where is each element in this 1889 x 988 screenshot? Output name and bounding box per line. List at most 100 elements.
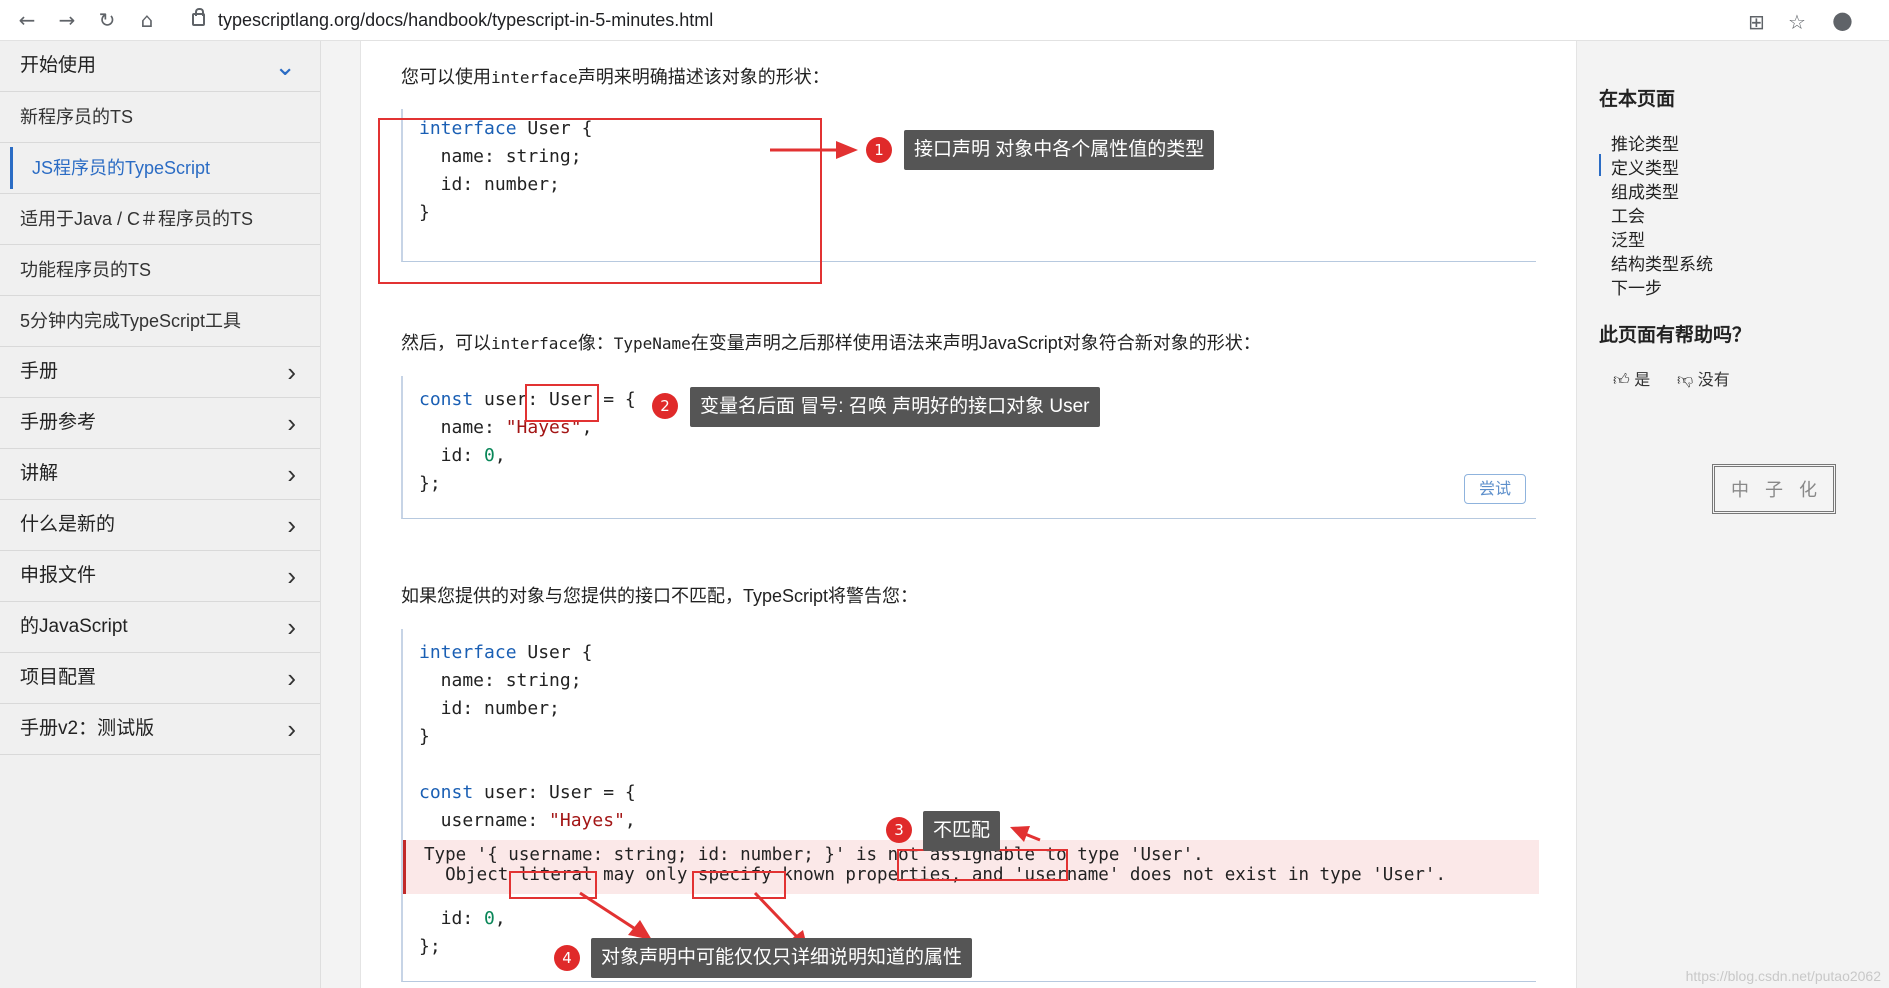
url-text: typescriptlang.org/docs/handbook/typescr…: [218, 10, 714, 30]
toc-item[interactable]: 下一步: [1611, 274, 1662, 299]
error-line: Type '{ username: string; id: number; }'…: [424, 845, 1204, 865]
text: 在变量声明之后那样使用语法来声明JavaScript对象符合新对象的形状：: [690, 333, 1261, 353]
sidebar-item-tutorials[interactable]: 讲解 ›: [0, 449, 320, 500]
sidebar-item-label: 手册参考: [20, 412, 97, 433]
sidebar-item-ts-new-programmers[interactable]: 新程序员的TS: [0, 92, 320, 143]
toc-title: 在本页面: [1599, 89, 1676, 110]
sidebar-item-label: 新程序员的TS: [20, 107, 134, 127]
toc-item[interactable]: 组成类型: [1611, 178, 1679, 203]
chevron-right-icon: ›: [287, 408, 296, 438]
home-icon[interactable]: ⌂: [134, 7, 160, 33]
browser-toolbar: ← → ↻ ⌂ typescriptlang.org/docs/handbook…: [0, 0, 1889, 41]
sidebar-item-label: 的JavaScript: [20, 616, 128, 637]
thumbs-down-icon: 👎︎: [1677, 372, 1694, 389]
code-line: };: [419, 473, 441, 494]
annotation-callout: 接口声明 对象中各个属性值的类型: [904, 130, 1215, 170]
annotation-badge: 2: [652, 393, 678, 419]
bookmark-star-icon[interactable]: ☆: [1788, 10, 1806, 34]
paragraph-interface-intro: 您可以使用interface声明来明确描述该对象的形状：: [401, 63, 830, 89]
sidebar-item-label: 申报文件: [20, 565, 97, 586]
toc-active-indicator: [1599, 154, 1601, 176]
code-line: name: string;: [419, 670, 582, 691]
toc-item[interactable]: 泛型: [1611, 226, 1645, 251]
sidebar-item-javascript[interactable]: 的JavaScript ›: [0, 602, 320, 653]
reload-icon[interactable]: ↻: [94, 7, 120, 33]
sidebar-item-handbook[interactable]: 手册 ›: [0, 347, 320, 398]
feedback-label: 没有: [1697, 372, 1730, 389]
code-line: interface User {: [419, 642, 593, 663]
sidebar-item-reference[interactable]: 手册参考 ›: [0, 398, 320, 449]
annotation-callout: 变量名后面 冒号: 召唤 声明好的接口对象 User: [690, 387, 1100, 427]
annotation-badge: 4: [554, 945, 580, 971]
sidebar-item-ts-tooling[interactable]: 5分钟内完成TypeScript工具: [0, 296, 320, 347]
code-block-error-example: interface User { name: string; id: numbe…: [401, 629, 1539, 982]
chevron-right-icon: ›: [287, 510, 296, 540]
chevron-right-icon: ›: [287, 561, 296, 591]
thumbs-up-icon: 👍︎: [1613, 372, 1630, 389]
sidebar-item-label: 适用于Java / C＃程序员的TS: [20, 209, 254, 229]
chevron-right-icon: ›: [287, 459, 296, 489]
sidebar-item-label: 讲解: [20, 463, 59, 484]
profile-icon[interactable]: ●: [1832, 6, 1853, 34]
docs-sidebar: 开始使用 ⌄ 新程序员的TS JS程序员的TypeScript 适用于Java …: [0, 41, 321, 988]
annotation-box-interface: [378, 118, 822, 284]
text: 您可以使用: [401, 67, 491, 87]
code-line: username: "Hayes",: [419, 810, 636, 831]
sidebar-item-declaration-files[interactable]: 申报文件 ›: [0, 551, 320, 602]
inline-code: TypeName: [613, 334, 691, 353]
active-indicator: [10, 147, 13, 189]
text: 然后，可以: [401, 333, 491, 353]
sidebar-item-label: JS程序员的TypeScript: [32, 158, 211, 178]
sidebar-item-label: 功能程序员的TS: [20, 260, 152, 280]
try-button[interactable]: 尝试: [1464, 474, 1526, 504]
annotation-box-not-assignable: [897, 849, 1068, 881]
code-line: const user: User = {: [419, 782, 636, 803]
chevron-down-icon: ⌄: [274, 51, 296, 81]
feedback-yes[interactable]: 👍︎ 是: [1613, 366, 1650, 390]
inline-code: interface: [491, 68, 578, 87]
annotation-callout: 不匹配: [923, 811, 1001, 851]
lock-icon: [192, 8, 205, 26]
toc-item[interactable]: 定义类型: [1611, 154, 1679, 179]
sidebar-item-label: 开始使用: [20, 55, 97, 76]
paragraph-type-annotation: 然后，可以interface像：TypeName在变量声明之后那样使用语法来声明…: [401, 329, 1261, 355]
chevron-right-icon: ›: [287, 714, 296, 744]
code-line: }: [419, 726, 430, 747]
paragraph-mismatch-warning: 如果您提供的对象与您提供的接口不匹配，TypeScript将警告您：: [401, 586, 919, 606]
back-icon[interactable]: ←: [14, 7, 40, 33]
forward-icon[interactable]: →: [54, 7, 80, 33]
text: 像：: [577, 333, 614, 353]
sidebar-item-label: 什么是新的: [20, 514, 116, 535]
chevron-right-icon: ›: [287, 612, 296, 642]
toc-item[interactable]: 推论类型: [1611, 130, 1679, 155]
sidebar-item-label: 手册v2：测试版: [20, 718, 155, 739]
sidebar-item-label: 项目配置: [20, 667, 97, 688]
annotation-box-specify: [692, 871, 786, 899]
code-line: };: [419, 936, 441, 957]
translate-icon[interactable]: ⊞: [1748, 10, 1765, 34]
sidebar-item-project-config[interactable]: 项目配置 ›: [0, 653, 320, 704]
code-line: id: 0,: [419, 445, 506, 466]
annotation-badge: 1: [866, 137, 892, 163]
code-line: id: number;: [419, 698, 560, 719]
toc-item[interactable]: 结构类型系统: [1611, 250, 1713, 275]
seal-stamp: 中 子 化: [1712, 464, 1836, 514]
feedback-label: 是: [1634, 372, 1651, 389]
annotation-badge: 3: [886, 817, 912, 843]
sidebar-item-ts-java-csharp[interactable]: 适用于Java / C＃程序员的TS: [0, 194, 320, 245]
sidebar-item-ts-functional[interactable]: 功能程序员的TS: [0, 245, 320, 296]
code-line: id: 0,: [419, 908, 506, 929]
toc-item[interactable]: 工会: [1611, 202, 1645, 227]
sidebar-item-get-started[interactable]: 开始使用 ⌄: [0, 41, 320, 92]
address-bar[interactable]: typescriptlang.org/docs/handbook/typescr…: [176, 4, 1866, 36]
on-this-page-toc: 在本页面 推论类型 定义类型 组成类型 工会 泛型 结构类型系统 下一步 此页面…: [1577, 41, 1889, 988]
sidebar-item-handbook-v2[interactable]: 手册v2：测试版 ›: [0, 704, 320, 755]
chevron-right-icon: ›: [287, 663, 296, 693]
annotation-callout: 对象声明中可能仅仅只详细说明知道的属性: [591, 938, 973, 978]
sidebar-item-whats-new[interactable]: 什么是新的 ›: [0, 500, 320, 551]
feedback-no[interactable]: 👎︎ 没有: [1677, 366, 1730, 390]
watermark: https://blog.csdn.net/putao2062: [1685, 968, 1881, 984]
inline-code: interface: [491, 334, 578, 353]
sidebar-item-ts-js-programmers[interactable]: JS程序员的TypeScript: [0, 143, 320, 194]
sidebar-item-label: 手册: [20, 361, 59, 382]
